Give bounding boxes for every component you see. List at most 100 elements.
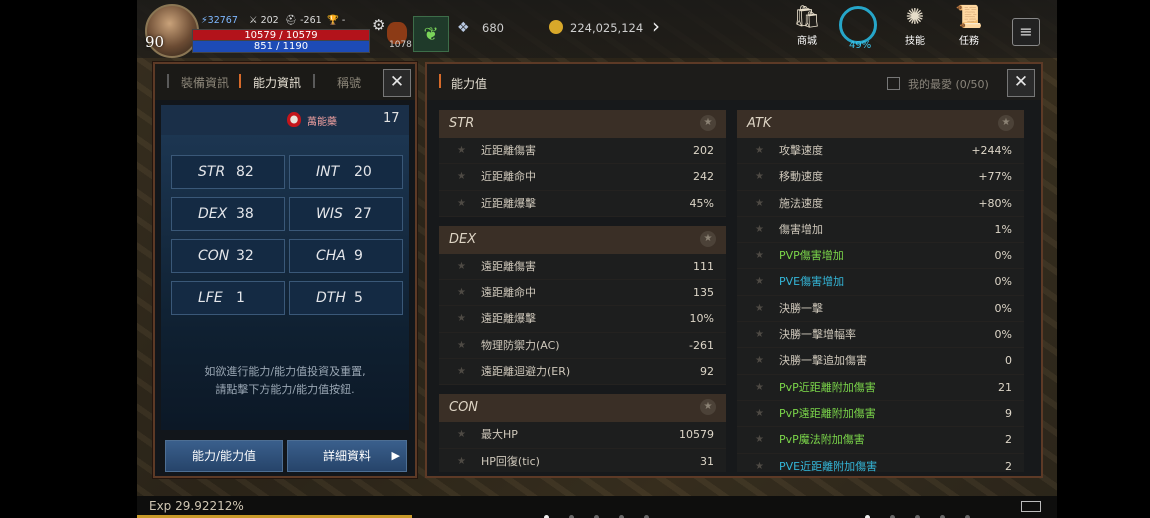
ability-value-button[interactable]: 能力/能力值 — [165, 440, 283, 472]
favorite-star-icon[interactable]: ★ — [457, 138, 466, 163]
stat-row-label: PVE傷害增加 — [779, 275, 845, 289]
stat-row: ★ 遠距離命中 135 — [439, 280, 726, 307]
section-title: STR — [449, 116, 475, 131]
favorite-star-icon[interactable]: ★ — [755, 427, 764, 452]
panel-tabs: 裝備資訊 能力資訊 稱號 ✕ — [155, 64, 415, 100]
stat-row-value: 10% — [689, 312, 714, 326]
close-button[interactable]: ✕ — [1007, 69, 1035, 97]
favorite-star-icon[interactable]: ★ — [700, 115, 716, 131]
menu-shop[interactable]: 🛍 商城 — [785, 4, 829, 47]
title-marker — [439, 74, 441, 88]
favorite-star-icon[interactable]: ★ — [755, 296, 764, 321]
stat-row: ★ 傷害增加 1% — [737, 216, 1024, 244]
potion-count: 1078 — [389, 40, 412, 50]
favorite-star-icon[interactable]: ★ — [457, 333, 466, 358]
tab-active-marker — [239, 74, 241, 88]
stat-row-value: 9 — [1005, 406, 1012, 420]
stat-row-label: 近距離爆擊 — [481, 196, 536, 210]
favorite-star-icon[interactable]: ★ — [755, 217, 764, 242]
stat-row: ★ PVE傷害增加 0% — [737, 269, 1024, 296]
stat-row-value: 0% — [994, 275, 1012, 289]
detail-button[interactable]: 詳細資料 ▶ — [287, 440, 407, 472]
favorite-star-icon[interactable]: ★ — [755, 138, 764, 163]
stat-row-value: +77% — [978, 170, 1012, 184]
exp-text: Exp 29.92212% — [149, 499, 244, 513]
favorite-star-icon[interactable]: ★ — [457, 254, 466, 279]
favorite-star-icon[interactable]: ★ — [457, 449, 466, 472]
ability-value-panel: 能力值 我的最愛 (0/50) ✕ STR ★ ★ 近距離傷害 202 ★ 近距離命中 242… — [425, 62, 1043, 478]
stat-row-label: 決勝一擊 — [779, 301, 823, 315]
stat-row-value: 1% — [994, 222, 1012, 236]
ability-value-header: 能力值 我的最愛 (0/50) ✕ — [427, 64, 1041, 100]
stat-row: ★ 近距離命中 242 — [439, 164, 726, 191]
section-header-str: STR ★ — [439, 110, 726, 138]
stat-row-label: 移動速度 — [779, 170, 823, 184]
stat-str: STR 82 — [171, 155, 285, 189]
stat-cha: CHA 9 — [289, 239, 403, 273]
favorite-star-icon[interactable]: ★ — [755, 164, 764, 189]
stat-row: ★ 物理防禦力(AC) -261 — [439, 332, 726, 360]
trophy-icon: 🏆 — [327, 15, 339, 26]
elixir-icon — [287, 112, 301, 127]
sword-icon: ⚔ — [249, 15, 258, 26]
top-hud: 90 ⚡32767 ⚔ 202 ⛑ -261 🏆 - 10579 / 10579… — [137, 0, 1057, 58]
gear-icon[interactable]: ⚙ — [372, 16, 385, 34]
ability-stats-area: 萬能藥 17 STR 82 INT 20 DEX 38 WIS 27 CON 32 CHA… — [161, 105, 409, 430]
stat-row-value: 2 — [1005, 433, 1012, 447]
favorite-star-icon[interactable]: ★ — [755, 269, 764, 294]
favorite-star-icon[interactable]: ★ — [457, 306, 466, 331]
stat-row-label: 攻擊速度 — [779, 144, 823, 157]
stat-row-value: 0% — [994, 249, 1012, 263]
favorite-star-icon[interactable]: ★ — [755, 375, 764, 400]
favorite-star-icon[interactable]: ★ — [755, 454, 764, 472]
favorite-star-icon[interactable]: ★ — [457, 164, 466, 189]
tab-separator — [167, 74, 169, 88]
stat-row: ★ HP回復(tic) 31 — [439, 448, 726, 472]
favorite-star-icon[interactable]: ★ — [755, 348, 764, 373]
tab-title[interactable]: 稱號 — [337, 74, 361, 91]
tab-ability-info[interactable]: 能力資訊 — [253, 74, 301, 91]
skill-swirl-icon: ✺ — [905, 5, 925, 30]
stat-row-value: 0% — [994, 301, 1012, 315]
favorite-star-icon[interactable]: ★ — [755, 401, 764, 426]
stat-row-value: 0 — [1005, 354, 1012, 368]
stat-row: ★ 近距離爆擊 45% — [439, 190, 726, 217]
elixir-value: 17 — [383, 111, 400, 126]
exp-bar: Exp 29.92212% — [137, 496, 1057, 518]
favorite-star-icon[interactable]: ★ — [755, 191, 764, 216]
leaf-buff-icon[interactable]: ❦ — [413, 16, 449, 52]
favorites-checkbox[interactable] — [887, 77, 900, 90]
stat-row-value: 242 — [693, 170, 714, 184]
close-button[interactable]: ✕ — [383, 69, 411, 97]
menu-skill[interactable]: ✺ 技能 — [893, 4, 937, 47]
favorite-star-icon[interactable]: ★ — [457, 191, 466, 216]
favorite-star-icon[interactable]: ★ — [755, 243, 764, 268]
menu-quest[interactable]: 📜 任務 — [947, 4, 991, 47]
stat-row-value: 10579 — [679, 428, 714, 442]
buff-gauge[interactable] — [839, 6, 877, 44]
stat-row-value: 45% — [689, 196, 714, 210]
stat-row: ★ 遠距離爆擊 10% — [439, 306, 726, 333]
helmet-icon: ⛑ — [285, 15, 298, 26]
favorite-star-icon[interactable]: ★ — [457, 359, 466, 384]
stat-row-label: 遠距離命中 — [481, 286, 536, 300]
power-value: ⚡32767 — [201, 15, 238, 26]
stat-row-value: +244% — [971, 144, 1012, 157]
crystal-icon: ❖ — [457, 20, 470, 36]
tab-equipment-info[interactable]: 裝備資訊 — [181, 74, 229, 91]
favorite-star-icon[interactable]: ★ — [457, 422, 466, 447]
stat-row: ★ PVE近距離附加傷害 2 — [737, 453, 1024, 472]
favorite-star-icon[interactable]: ★ — [457, 280, 466, 305]
favorites-toggle[interactable]: 我的最愛 (0/50) — [887, 76, 989, 92]
chevron-right-icon[interactable]: › — [652, 14, 660, 38]
stat-row-label: PVE近距離附加傷害 — [779, 459, 878, 472]
favorite-star-icon[interactable]: ★ — [700, 399, 716, 416]
favorite-star-icon[interactable]: ★ — [755, 322, 764, 347]
elixir-row: 萬能藥 17 — [161, 105, 409, 135]
trophy-stat: 🏆 - — [327, 15, 346, 26]
favorite-star-icon[interactable]: ★ — [700, 230, 716, 247]
gold-amount: 224,025,124 — [570, 21, 644, 35]
hamburger-menu-button[interactable]: ≡ — [1012, 18, 1040, 46]
favorite-star-icon[interactable]: ★ — [998, 115, 1014, 131]
stat-row-label: 傷害增加 — [779, 222, 823, 236]
